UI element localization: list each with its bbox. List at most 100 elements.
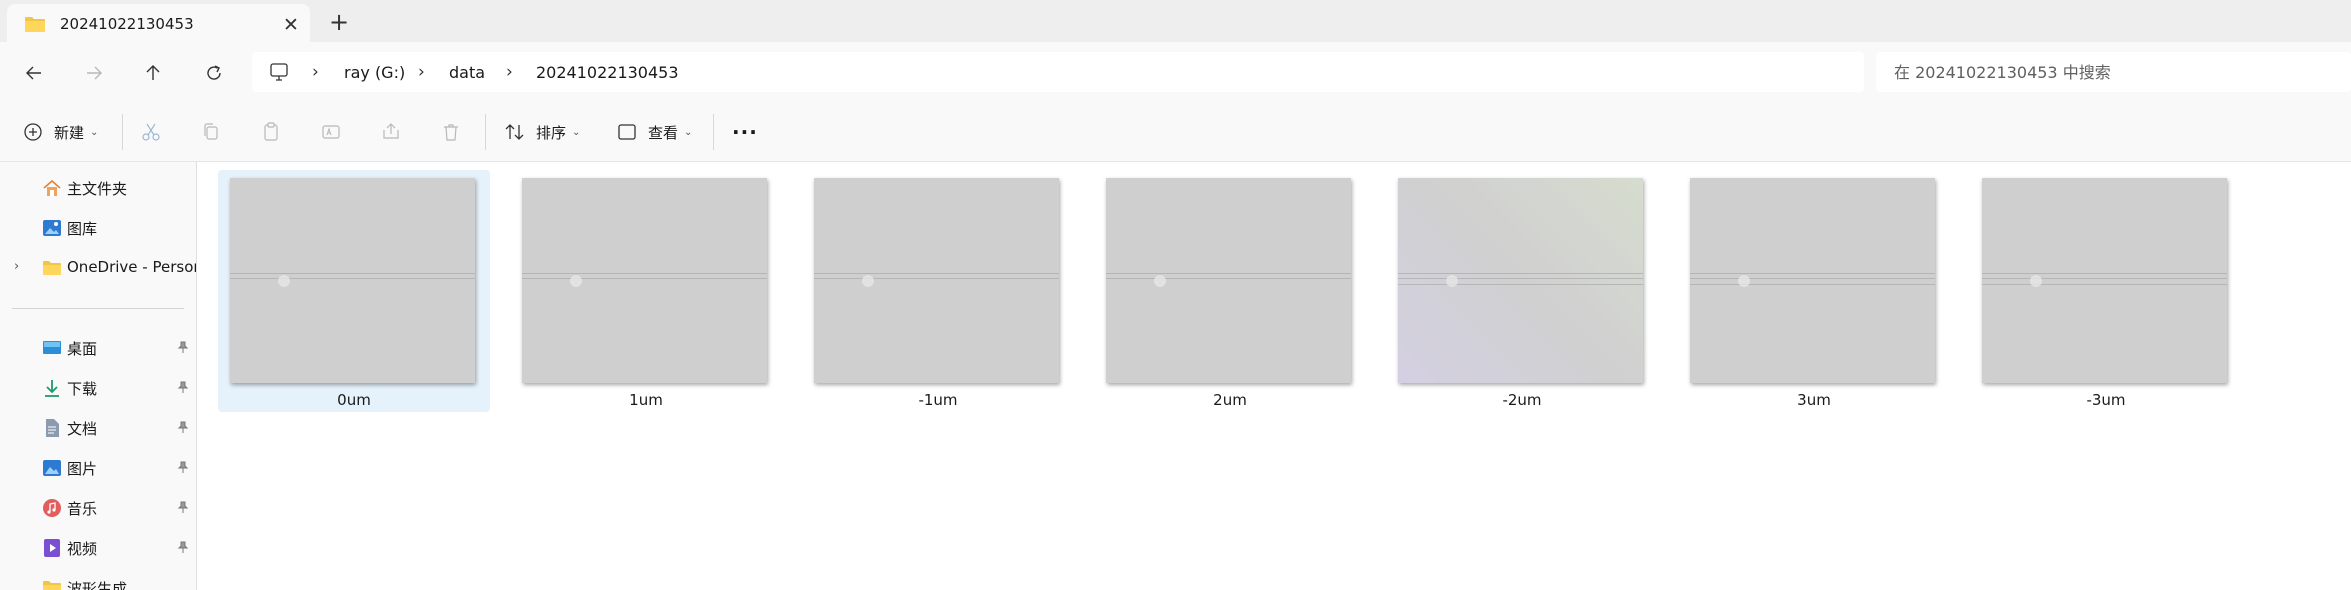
chevron-right-icon[interactable]: › [418,62,425,82]
file-view[interactable]: 0um 1um -1um 2um -2um 3um -3um [198,162,2351,590]
computer-icon[interactable] [268,61,290,83]
chevron-right-icon[interactable]: › [312,62,319,82]
sidebar-item-label: 下载 [67,380,98,398]
pictures-icon [43,460,61,476]
sidebar-item-downloads[interactable]: 下载 [0,370,196,406]
download-icon [45,380,59,397]
more-options-button[interactable]: ··· [732,119,758,145]
sidebar-item-desktop[interactable]: 桌面 [0,330,196,366]
desktop-icon [43,341,61,354]
sidebar-item-folder[interactable]: 波形生成 [0,570,196,590]
copy-icon [204,123,218,140]
up-button[interactable] [137,58,169,88]
back-button[interactable] [18,58,50,88]
pin-icon[interactable] [176,540,190,554]
pin-icon[interactable] [176,500,190,514]
new-tab-button[interactable]: + [325,8,353,36]
file-item[interactable]: -1um [802,170,1074,412]
chevron-right-icon[interactable]: › [14,259,19,274]
tab-current-folder[interactable]: 20241022130453 ✕ [7,4,310,42]
search-input[interactable] [1894,60,2334,84]
file-item[interactable]: -2um [1386,170,1658,412]
chevron-right-icon[interactable]: › [506,62,513,82]
sidebar-divider [12,308,184,309]
navigation-pane: 主文件夹 图库 › OneDrive - Personal 桌面 下载 文档 图… [0,162,197,590]
sidebar-item-onedrive[interactable]: › OneDrive - Personal [0,250,196,286]
image-thumbnail[interactable] [522,178,767,383]
command-bar: 新建 ⌄ 排序 ⌄ 查看 ⌄ ··· [0,102,2351,162]
image-thumbnail[interactable] [1982,178,2227,383]
search-box[interactable] [1876,52,2351,92]
paste-button[interactable] [260,119,282,145]
share-button[interactable] [380,119,402,145]
sidebar-item-videos[interactable]: 视频 [0,530,196,566]
refresh-button[interactable] [198,58,230,88]
pin-icon[interactable] [176,340,190,354]
file-name: 2um [1213,391,1247,409]
scissors-icon [142,123,160,141]
image-thumbnail[interactable] [230,178,475,383]
sidebar-item-music[interactable]: 音乐 [0,490,196,526]
rename-icon [322,125,340,139]
documents-icon [46,419,59,437]
new-button-label: 新建 [54,123,85,142]
chevron-down-icon: ⌄ [572,126,581,138]
share-icon [383,123,399,139]
image-thumbnail[interactable] [1690,178,1935,383]
divider [713,114,714,150]
close-tab-button[interactable]: ✕ [279,13,303,37]
sort-button[interactable]: 排序 ⌄ [504,119,580,145]
file-item[interactable]: 2um [1094,170,1366,412]
file-item[interactable]: 1um [510,170,782,412]
trash-icon [444,124,458,141]
file-name: 1um [629,391,663,409]
arrow-left-icon [26,66,41,80]
home-icon [43,179,61,196]
arrow-up-icon [146,65,160,80]
plus-icon: + [328,8,350,36]
file-item[interactable]: -3um [1970,170,2242,412]
rename-button[interactable] [320,119,342,145]
file-name: -3um [2086,391,2126,409]
file-item[interactable]: 0um [218,170,490,412]
file-name: -1um [918,391,958,409]
sidebar-item-documents[interactable]: 文档 [0,410,196,446]
sort-button-label: 排序 [536,123,567,142]
view-button[interactable]: 查看 ⌄ [616,119,692,145]
clipboard-icon [264,122,278,141]
breadcrumb-item-drive[interactable]: ray (G:) [344,63,405,82]
image-thumbnail[interactable] [1398,178,1643,383]
tab-title: 20241022130453 [60,15,194,33]
chevron-down-icon: ⌄ [90,126,99,138]
sidebar-item-gallery[interactable]: 图库 [0,210,196,246]
sidebar-item-label: 图片 [67,460,98,478]
sort-icon [505,124,524,140]
sidebar-item-home[interactable]: 主文件夹 [0,170,196,206]
cut-button[interactable] [140,119,162,145]
pin-icon[interactable] [176,420,190,434]
sidebar-item-label: 桌面 [67,340,98,358]
file-name: 0um [337,391,371,409]
gallery-icon [43,220,61,236]
delete-button[interactable] [440,119,462,145]
arrow-right-icon [87,66,102,80]
sidebar-item-label: 图库 [67,220,98,238]
chevron-down-icon: ⌄ [684,126,693,138]
image-thumbnail[interactable] [1106,178,1351,383]
file-name: 3um [1797,391,1831,409]
file-item[interactable]: 3um [1678,170,1950,412]
sidebar-item-pictures[interactable]: 图片 [0,450,196,486]
refresh-icon [207,65,221,80]
breadcrumb[interactable]: › ray (G:) › data › 20241022130453 [252,52,1864,92]
copy-button[interactable] [200,119,222,145]
breadcrumb-item-data[interactable]: data [449,63,485,82]
pin-icon[interactable] [176,380,190,394]
folder-icon [25,17,45,32]
forward-button[interactable] [78,58,110,88]
new-button[interactable]: 新建 ⌄ [22,119,98,145]
breadcrumb-item-current[interactable]: 20241022130453 [536,63,679,82]
pin-icon[interactable] [176,460,190,474]
image-thumbnail[interactable] [814,178,1059,383]
videos-icon [44,539,60,557]
sidebar-item-label: 视频 [67,540,98,558]
